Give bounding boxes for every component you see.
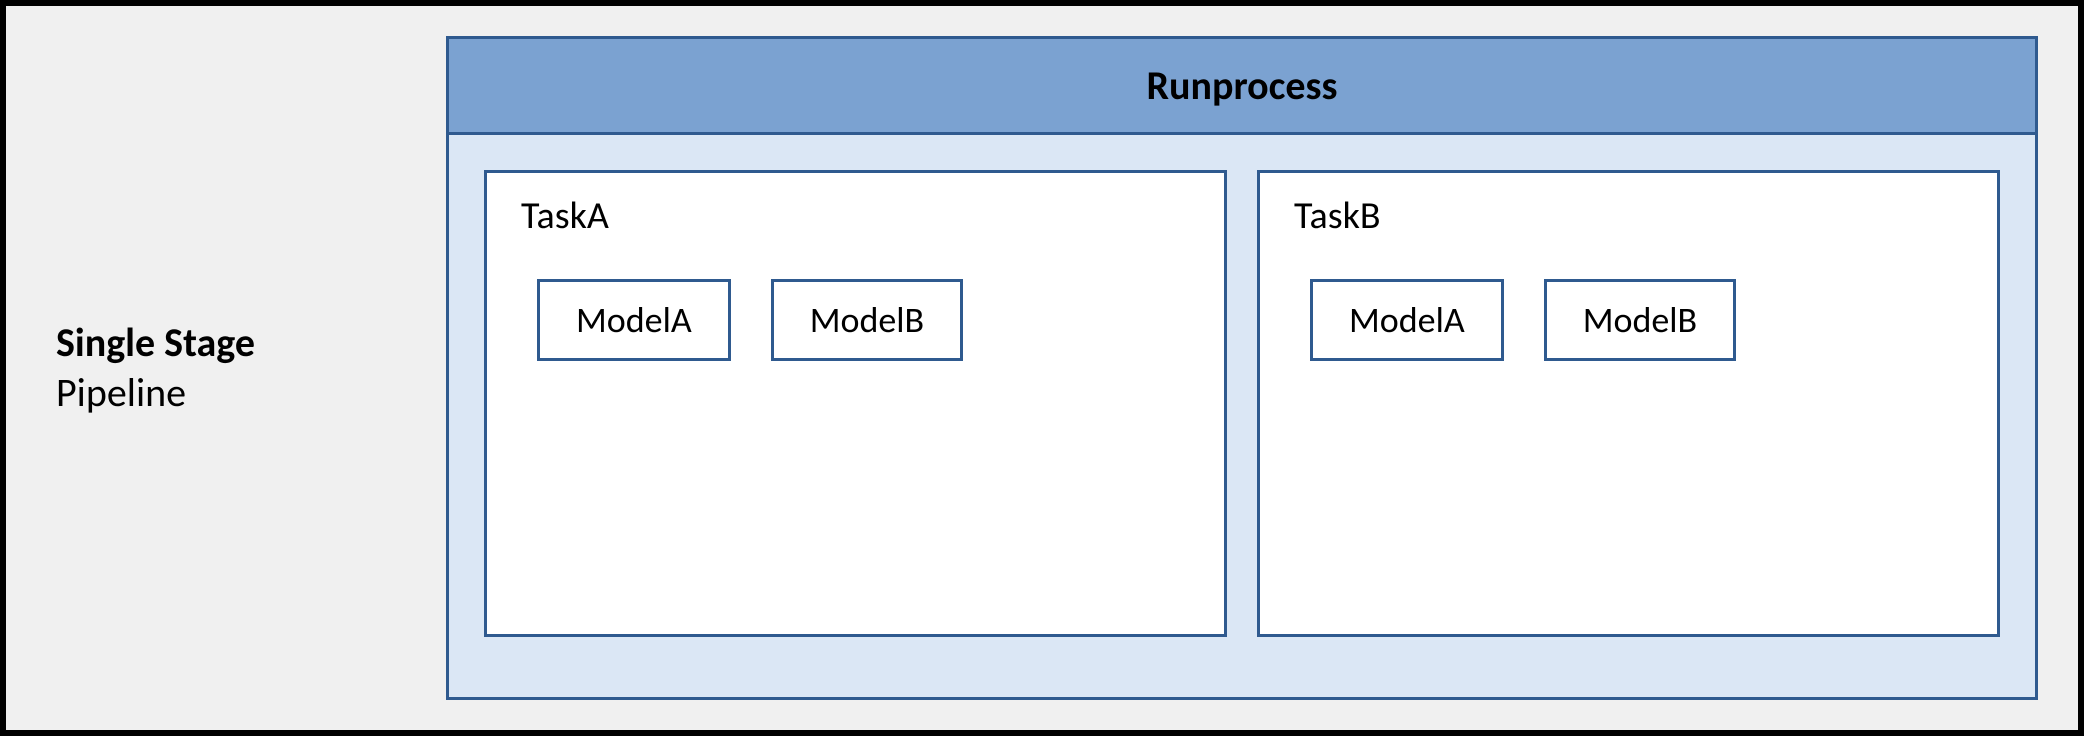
models-row: ModelA ModelB (1290, 279, 1967, 361)
model-box: ModelB (771, 279, 963, 361)
task-box-a: TaskA ModelA ModelB (484, 170, 1227, 637)
stage-label: Single Stage Pipeline (46, 318, 426, 418)
model-box: ModelA (537, 279, 731, 361)
stage-label-title: Single Stage (56, 318, 426, 368)
task-box-b: TaskB ModelA ModelB (1257, 170, 2000, 637)
task-label: TaskA (521, 193, 1194, 239)
models-row: ModelA ModelB (517, 279, 1194, 361)
runprocess-body: TaskA ModelA ModelB TaskB ModelA ModelB (449, 135, 2035, 697)
runprocess-container: Runprocess TaskA ModelA ModelB TaskB Mod… (446, 36, 2038, 700)
model-box: ModelA (1310, 279, 1504, 361)
model-box: ModelB (1544, 279, 1736, 361)
diagram-frame: Single Stage Pipeline Runprocess TaskA M… (0, 0, 2084, 736)
stage-label-subtitle: Pipeline (56, 368, 426, 418)
runprocess-title: Runprocess (449, 39, 2035, 135)
task-label: TaskB (1294, 193, 1967, 239)
